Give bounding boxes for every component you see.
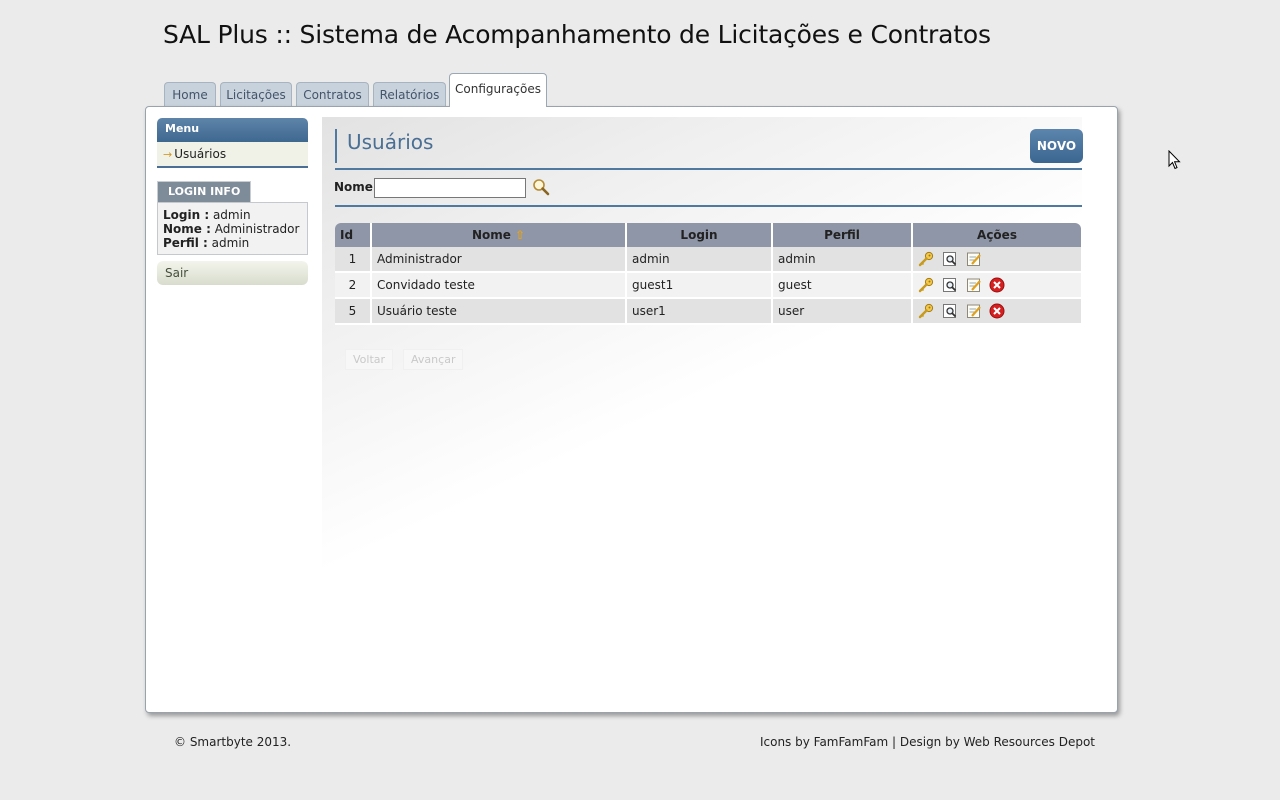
name-label: Nome : [163, 222, 211, 236]
cell-actions [913, 299, 1081, 325]
pager: Voltar Avançar [345, 349, 473, 370]
cell-profile: user [773, 299, 913, 325]
page-title: Usuários [335, 129, 433, 163]
login-label: Login : [163, 208, 210, 222]
divider [335, 205, 1082, 207]
edit-icon[interactable] [966, 251, 982, 267]
users-table: Id Nome ⇧ Login Perfil Ações 1 Administra… [335, 223, 1081, 325]
cell-profile: admin [773, 247, 913, 273]
search-label: Nome [334, 180, 373, 194]
table-header-row: Id Nome ⇧ Login Perfil Ações [335, 223, 1081, 247]
tab-configuracoes[interactable]: Configurações [449, 73, 547, 107]
cell-name: Administrador [372, 247, 627, 273]
footer-copyright: © Smartbyte 2013. [174, 735, 292, 749]
pager-next-button[interactable]: Avançar [403, 349, 464, 370]
sort-asc-icon: ⇧ [514, 228, 525, 242]
mouse-cursor-icon [1168, 150, 1181, 170]
table-row: 2 Convidado teste guest1 guest [335, 273, 1081, 299]
cell-actions [913, 273, 1081, 299]
col-header-nome-label: Nome [472, 228, 511, 242]
table-row: 1 Administrador admin admin [335, 247, 1081, 273]
login-info-title: LOGIN INFO [157, 181, 252, 202]
magnifier-icon[interactable] [532, 178, 550, 196]
key-icon[interactable] [918, 277, 934, 293]
footer-credits: Icons by FamFamFam | Design by Web Resou… [759, 735, 1095, 749]
cell-id: 2 [335, 273, 372, 299]
sidebar: Menu → Usuários LOGIN INFO Login : admin … [157, 118, 308, 285]
cell-id: 5 [335, 299, 372, 325]
profile-value: admin [211, 236, 250, 250]
search-input[interactable] [374, 178, 526, 198]
col-header-login[interactable]: Login [627, 223, 773, 247]
key-icon[interactable] [918, 251, 934, 267]
divider [335, 168, 1082, 170]
view-icon[interactable] [942, 303, 958, 319]
cell-name: Usuário teste [372, 299, 627, 325]
cell-login: user1 [627, 299, 773, 325]
app-title: SAL Plus :: Sistema de Acompanhamento de… [163, 20, 991, 49]
tab-contratos[interactable]: Contratos [296, 82, 369, 106]
logout-button[interactable]: Sair [157, 261, 308, 285]
col-header-nome[interactable]: Nome ⇧ [372, 223, 627, 247]
pager-prev-button[interactable]: Voltar [345, 349, 394, 370]
col-header-acoes: Ações [913, 223, 1081, 247]
name-value: Administrador [214, 222, 300, 236]
key-icon[interactable] [918, 303, 934, 319]
cell-login: guest1 [627, 273, 773, 299]
content-area: Usuários NOVO Nome Id Nome ⇧ Login Perfil… [322, 117, 1083, 712]
cell-login: admin [627, 247, 773, 273]
login-info-box: Login : admin Nome : Administrador Perfi… [157, 202, 308, 255]
col-header-perfil[interactable]: Perfil [773, 223, 913, 247]
cell-profile: guest [773, 273, 913, 299]
new-button[interactable]: NOVO [1030, 129, 1083, 163]
col-header-id[interactable]: Id [335, 223, 372, 247]
arrow-right-icon: → [163, 148, 173, 161]
login-value: admin [212, 208, 251, 222]
tab-licitacoes[interactable]: Licitações [220, 82, 292, 106]
tab-home[interactable]: Home [164, 82, 216, 106]
sidebar-item-label: Usuários [174, 147, 227, 161]
profile-label: Perfil : [163, 236, 208, 250]
delete-icon[interactable] [989, 303, 1005, 319]
menu-header: Menu [157, 118, 308, 142]
tab-relatorios[interactable]: Relatórios [373, 82, 446, 106]
edit-icon[interactable] [966, 303, 982, 319]
view-icon[interactable] [942, 251, 958, 267]
edit-icon[interactable] [966, 277, 982, 293]
delete-icon[interactable] [989, 277, 1005, 293]
cell-actions [913, 247, 1081, 273]
cell-name: Convidado teste [372, 273, 627, 299]
cell-id: 1 [335, 247, 372, 273]
table-row: 5 Usuário teste user1 user [335, 299, 1081, 325]
main-panel: Menu → Usuários LOGIN INFO Login : admin … [145, 106, 1118, 713]
sidebar-item-usuarios[interactable]: → Usuários [157, 142, 308, 168]
view-icon[interactable] [942, 277, 958, 293]
